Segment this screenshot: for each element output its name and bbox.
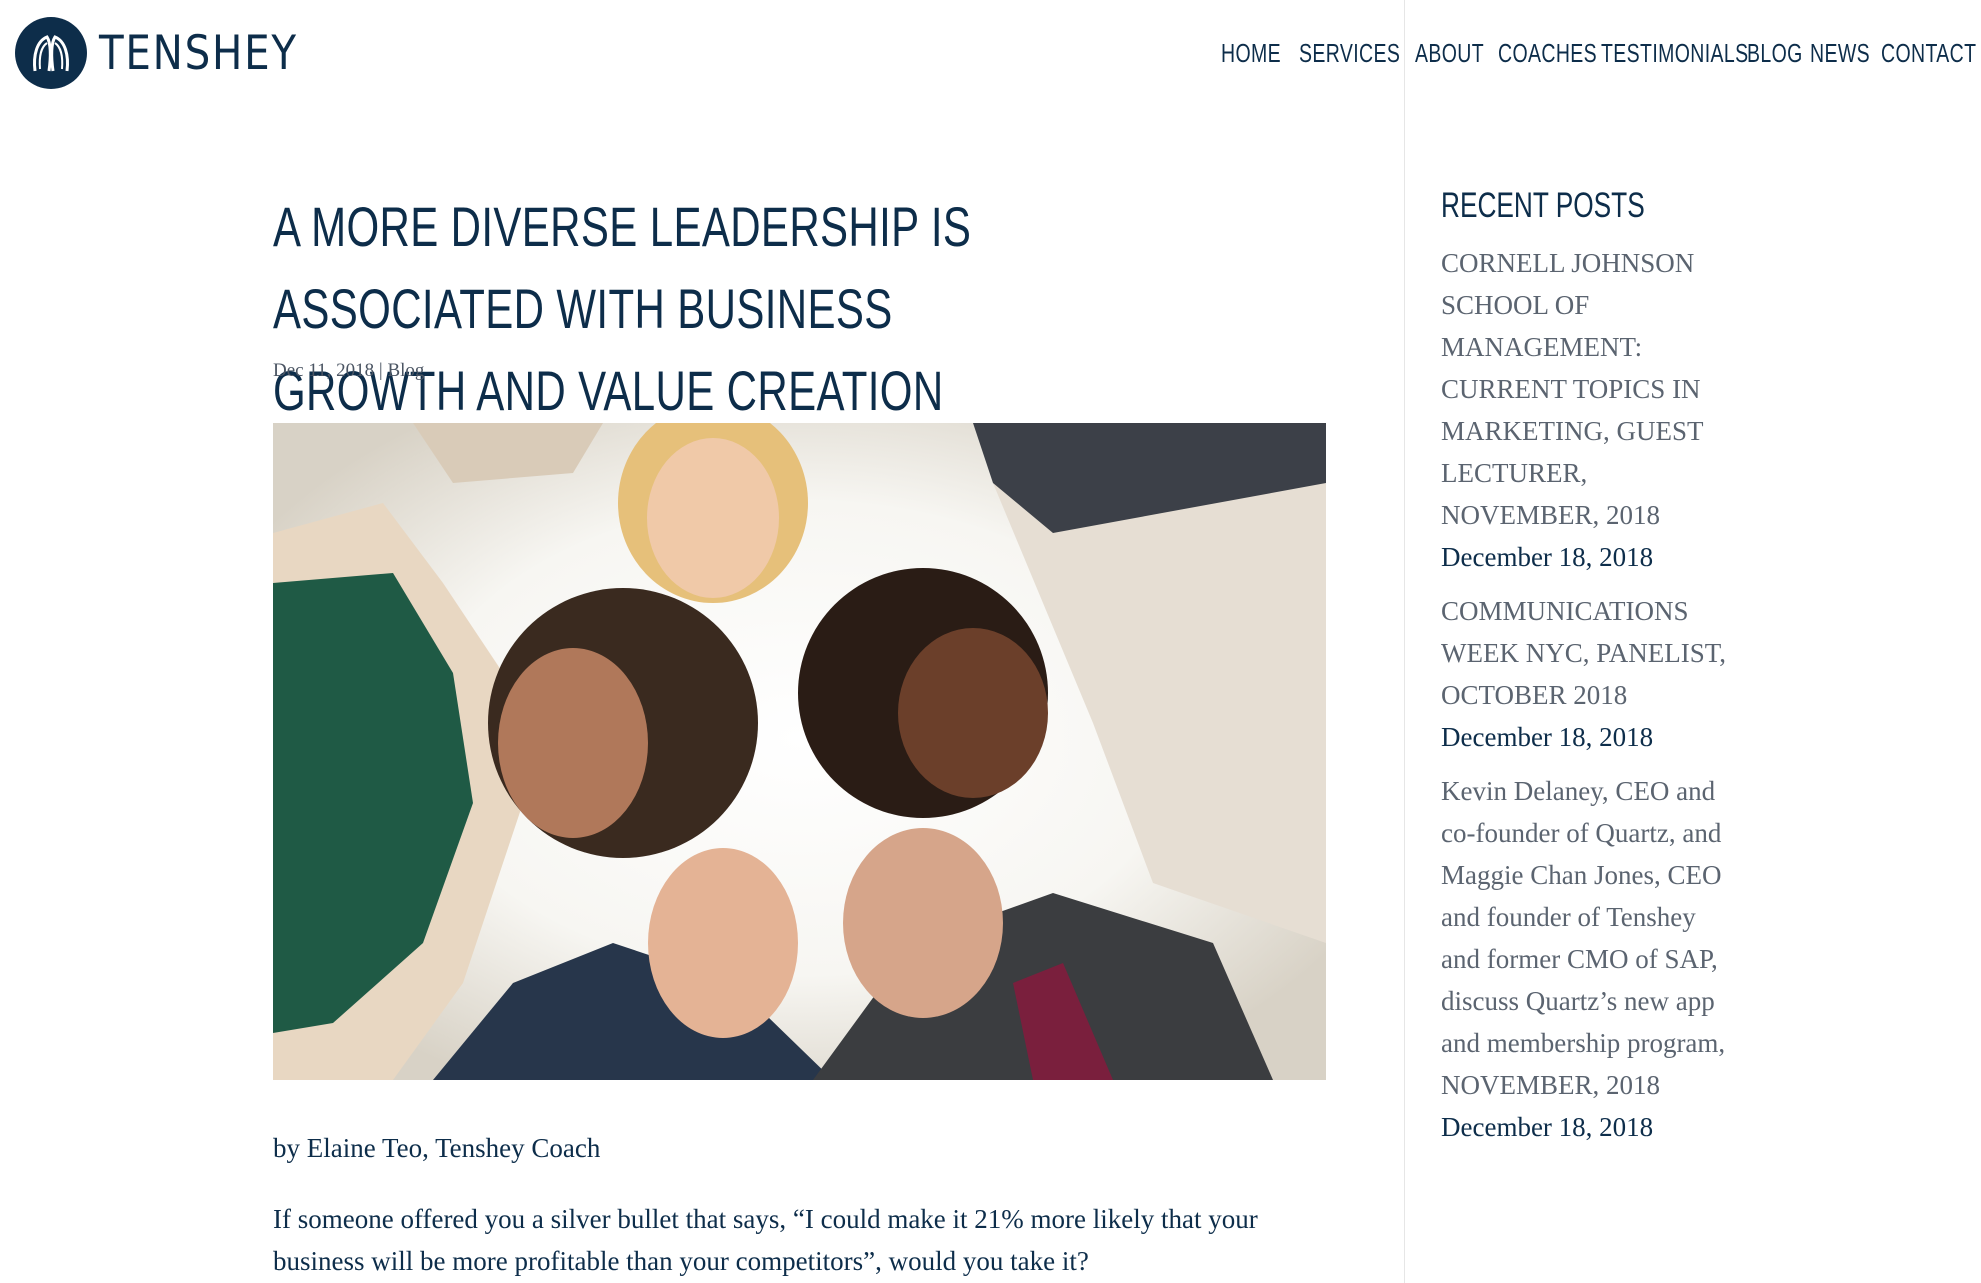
recent-post-date: December 18, 2018 bbox=[1441, 542, 1654, 572]
tenshey-logo-icon bbox=[15, 17, 87, 89]
post-meta: Dec 11, 2018 | Blog bbox=[273, 360, 424, 382]
article-title: A MORE DIVERSE LEADERSHIP IS ASSOCIATED … bbox=[273, 195, 972, 422]
hero-image bbox=[273, 423, 1326, 1080]
recent-posts-heading: RECENT POSTS bbox=[1441, 186, 1645, 225]
article-paragraph: If someone offered you a silver bullet t… bbox=[273, 1204, 1258, 1276]
nav-home[interactable]: HOME bbox=[1221, 36, 1281, 70]
nav-blog[interactable]: BLOG bbox=[1747, 36, 1803, 70]
recent-post-link[interactable]: COMMUNICATIONS WEEK NYC, PANELIST, OCTOB… bbox=[1441, 590, 1741, 716]
post-category-link[interactable]: Blog bbox=[387, 360, 424, 381]
brand-logo[interactable]: TENSHEY bbox=[15, 17, 330, 89]
nav-services[interactable]: SERVICES bbox=[1299, 36, 1400, 70]
recent-post-link[interactable]: Kevin Delaney, CEO and co-founder of Qua… bbox=[1441, 770, 1741, 1106]
recent-post-item: CORNELL JOHNSON SCHOOL OF MANAGEMENT: CU… bbox=[1441, 242, 1741, 578]
nav-coaches[interactable]: COACHES bbox=[1498, 36, 1597, 70]
sidebar-divider bbox=[1404, 0, 1405, 1283]
nav-contact[interactable]: CONTACT bbox=[1881, 36, 1976, 70]
main-nav: HOME SERVICES ABOUT COACHES TESTIMONIALS… bbox=[1221, 36, 1981, 70]
article-byline: by Elaine Teo, Tenshey Coach bbox=[273, 1133, 601, 1163]
recent-post-item: Kevin Delaney, CEO and co-founder of Qua… bbox=[1441, 770, 1741, 1148]
recent-posts-sidebar: RECENT POSTS CORNELL JOHNSON SCHOOL OF M… bbox=[1441, 180, 1741, 1160]
recent-post-item: COMMUNICATIONS WEEK NYC, PANELIST, OCTOB… bbox=[1441, 590, 1741, 758]
recent-post-link[interactable]: CORNELL JOHNSON SCHOOL OF MANAGEMENT: CU… bbox=[1441, 242, 1741, 536]
nav-testimonials[interactable]: TESTIMONIALS bbox=[1601, 36, 1749, 70]
post-date: Dec 11, 2018 bbox=[273, 360, 375, 381]
nav-about[interactable]: ABOUT bbox=[1415, 36, 1484, 70]
recent-post-date: December 18, 2018 bbox=[1441, 1112, 1654, 1142]
brand-name: TENSHEY bbox=[99, 25, 298, 81]
nav-news[interactable]: NEWS bbox=[1810, 36, 1870, 70]
meta-separator: | bbox=[378, 360, 383, 381]
recent-post-date: December 18, 2018 bbox=[1441, 722, 1654, 752]
